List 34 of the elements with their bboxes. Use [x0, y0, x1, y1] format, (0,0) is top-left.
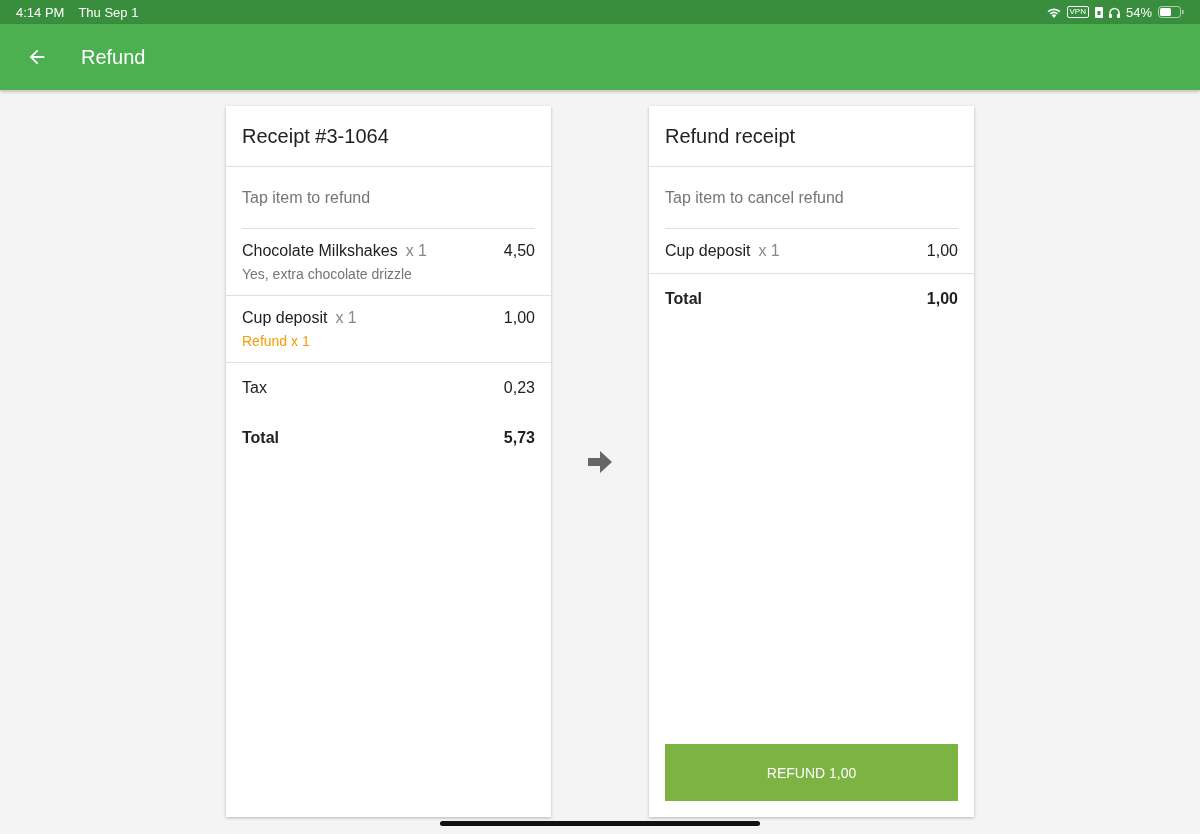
hint-text: Tap item to cancel refund [665, 188, 844, 207]
status-time: 4:14 PM [16, 4, 65, 20]
page-title: Refund [81, 45, 146, 69]
item-name: Chocolate Milkshakes [242, 242, 398, 260]
summary-value: 0,23 [503, 379, 535, 397]
item-quantity: x 1 [335, 309, 357, 327]
summary-value: 5,73 [503, 429, 535, 447]
item-modifier: Yes, extra chocolate drizzle [242, 266, 413, 282]
item-price: 1,00 [503, 309, 535, 327]
status-date: Thu Sep 1 [78, 4, 139, 20]
arrow-right-icon [588, 450, 612, 473]
item-name: Cup deposit [665, 242, 751, 260]
item-price: 1,00 [926, 242, 958, 260]
battery-percentage: 54% [1125, 4, 1152, 20]
hint-text: Tap item to refund [242, 188, 371, 207]
vpn-indicator: VPN [1066, 6, 1089, 18]
battery-icon [1158, 6, 1184, 18]
item-quantity: x 1 [758, 242, 780, 260]
summary-label: Tax [242, 379, 267, 397]
headphones-icon [1108, 6, 1120, 18]
receipt-item[interactable]: Chocolate Milkshakes x 1 4,50 Yes, extra chocolate drizzle [226, 229, 551, 296]
summary-label: Total [665, 290, 703, 308]
card-title: Refund receipt [665, 124, 796, 148]
wifi-icon [1046, 6, 1061, 18]
portrait-lock-icon [1094, 6, 1103, 18]
receipt-item[interactable]: Cup deposit x 1 1,00 Refund x 1 [226, 296, 551, 363]
item-name: Cup deposit [242, 309, 328, 327]
refund-note: Refund x 1 [242, 333, 311, 349]
item-price: 4,50 [503, 242, 535, 260]
summary-value: 1,00 [926, 290, 958, 308]
item-quantity: x 1 [405, 242, 427, 260]
summary-label: Total [242, 429, 280, 447]
card-title: Receipt #3-1064 [242, 124, 389, 148]
receipt-item[interactable]: Cup deposit x 1 1,00 [649, 229, 974, 274]
